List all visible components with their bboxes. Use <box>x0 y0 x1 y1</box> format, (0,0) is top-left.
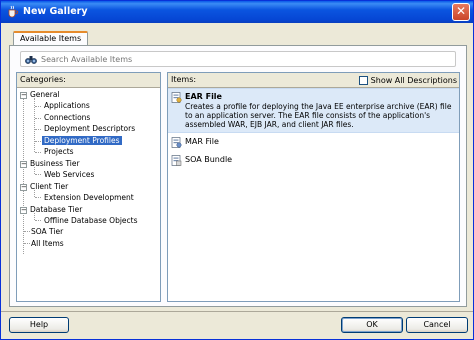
collapse-icon[interactable]: − <box>20 160 27 168</box>
items-pane: Items: Show All Descriptions EAR File Cr… <box>167 72 460 302</box>
categories-label: Categories: <box>20 75 66 84</box>
java-cup-icon <box>8 5 19 18</box>
collapse-icon[interactable]: − <box>20 206 27 214</box>
item-name: EAR File <box>185 92 222 101</box>
item-description: Creates a profile for deploying the Java… <box>185 102 452 129</box>
tab-panel: Categories: <box>9 45 467 307</box>
tree-connector <box>35 197 41 198</box>
title-bar[interactable]: New Gallery ✕ <box>1 1 473 23</box>
show-all-descriptions-checkbox[interactable]: Show All Descriptions <box>358 74 457 86</box>
content-split: Categories: − General Applications Conne… <box>16 72 460 302</box>
items-header: Items: Show All Descriptions <box>168 73 459 88</box>
search-box[interactable] <box>20 51 456 67</box>
ok-button[interactable]: OK <box>341 317 403 333</box>
tab-available-items[interactable]: Available Items <box>13 31 89 46</box>
categories-pane: Categories: − General Applications Conne… <box>16 72 161 302</box>
help-button[interactable]: Help <box>9 317 69 333</box>
tree-node-deployment-descriptors[interactable]: Deployment Descriptors <box>44 123 135 135</box>
button-separator <box>1 311 473 313</box>
tree-connector <box>35 152 41 153</box>
show-all-label: Show All Descriptions <box>370 76 457 85</box>
cancel-button[interactable]: Cancel <box>406 317 468 333</box>
ear-file-icon <box>171 92 182 103</box>
item-soa-bundle[interactable]: SOA Bundle <box>168 152 459 169</box>
binoculars-icon <box>25 56 37 64</box>
close-button[interactable]: ✕ <box>452 3 470 21</box>
tree-connector <box>24 243 30 244</box>
item-name: SOA Bundle <box>185 155 233 164</box>
item-name: MAR File <box>185 137 219 146</box>
tab-label: Available Items <box>20 34 82 43</box>
search-input[interactable] <box>41 53 441 65</box>
tree-connector <box>35 220 41 221</box>
soa-bundle-icon <box>171 155 182 166</box>
tree-node-projects[interactable]: Projects <box>44 146 74 158</box>
collapse-icon[interactable]: − <box>20 183 27 191</box>
item-mar-file[interactable]: MAR File <box>168 134 459 151</box>
tree-connector <box>35 174 41 175</box>
checkbox-box[interactable] <box>358 76 368 85</box>
tree-connector <box>35 106 41 107</box>
new-gallery-dialog: New Gallery ✕ Available Items Categorie <box>0 0 474 340</box>
tree-connector <box>23 92 24 254</box>
tree-connector <box>35 141 41 142</box>
categories-header: Categories: <box>17 73 160 88</box>
tree-node-all-items[interactable]: All Items <box>31 238 64 250</box>
tree-node-soa-tier[interactable]: SOA Tier <box>31 226 63 238</box>
tree-connector <box>35 129 41 130</box>
window-title: New Gallery <box>23 6 88 17</box>
tree-node-web-services[interactable]: Web Services <box>44 169 94 181</box>
item-ear-file[interactable]: EAR File Creates a profile for deploying… <box>168 88 459 133</box>
tree-node-extension-development[interactable]: Extension Development <box>44 192 134 204</box>
tree-node-applications[interactable]: Applications <box>44 100 90 112</box>
tree-connector <box>24 231 30 232</box>
collapse-icon[interactable]: − <box>20 91 27 99</box>
items-label: Items: <box>171 75 197 84</box>
tree-connector <box>35 118 41 119</box>
mar-file-icon <box>171 137 182 148</box>
close-icon: ✕ <box>455 4 467 18</box>
